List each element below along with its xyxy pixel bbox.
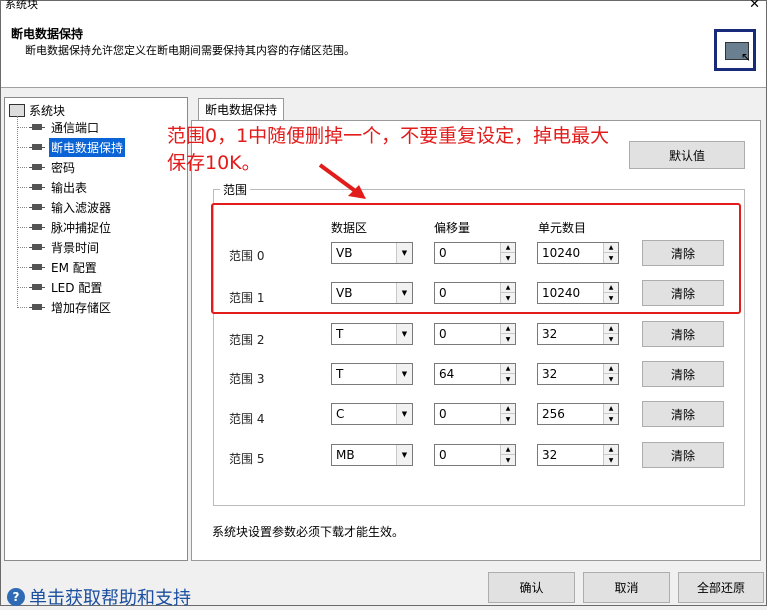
tree-item-output-table[interactable]: 输出表 <box>17 178 89 196</box>
help-icon: ? <box>7 588 25 606</box>
spin-up-icon[interactable]: ▲ <box>604 364 618 374</box>
range-4-clear-button[interactable]: 清除 <box>642 401 724 427</box>
range-5-count-spinner[interactable]: 32 ▲ ▼ <box>537 444 619 466</box>
tree-item-input-filter[interactable]: 输入滤波器 <box>17 198 113 216</box>
annotation-arrow-icon <box>318 163 366 199</box>
chevron-down-icon[interactable]: ▼ <box>396 364 412 384</box>
range-group-label: 范围 <box>220 181 251 198</box>
range-2-clear-button[interactable]: 清除 <box>642 321 724 347</box>
module-icon <box>29 143 45 152</box>
spin-down-icon[interactable]: ▼ <box>501 414 515 424</box>
range-5-clear-button[interactable]: 清除 <box>642 442 724 468</box>
spin-up-icon[interactable]: ▲ <box>604 324 618 334</box>
range-2-label: 范围 2 <box>229 333 265 347</box>
help-link[interactable]: ? 单击获取帮助和支持 <box>7 584 191 610</box>
range-5-offset-spinner[interactable]: 0 ▲ ▼ <box>434 444 516 466</box>
annotation-text: 范围0，1中随便删掉一个，不要重复设定，掉电最大 保存10K。 <box>167 123 667 177</box>
system-block-icon: ↖ <box>714 29 756 71</box>
spin-down-icon[interactable]: ▼ <box>604 374 618 384</box>
spin-down-icon[interactable]: ▼ <box>604 455 618 465</box>
tree-item-background-time[interactable]: 背景时间 <box>17 238 101 256</box>
title-bar: 系统块 ✕ <box>1 0 766 12</box>
range-3-count-spinner[interactable]: 32 ▲ ▼ <box>537 363 619 385</box>
range-4-offset-spinner[interactable]: 0 ▲ ▼ <box>434 403 516 425</box>
spin-down-icon[interactable]: ▼ <box>501 334 515 344</box>
range-4-label: 范围 4 <box>229 412 265 426</box>
ok-button[interactable]: 确认 <box>488 572 575 603</box>
module-icon <box>29 303 45 312</box>
tree-item-add-memory[interactable]: 增加存储区 <box>17 298 113 316</box>
tree-item-em-config[interactable]: EM 配置 <box>17 258 99 276</box>
header-description: 断电数据保持允许您定义在断电期间需要保持其内容的存储区范围。 <box>25 44 355 57</box>
tree-item-comm-port[interactable]: 通信端口 <box>17 118 101 136</box>
tab-retentive[interactable]: 断电数据保持 <box>198 98 284 120</box>
module-icon <box>29 223 45 232</box>
module-icon <box>29 123 45 132</box>
chevron-down-icon[interactable]: ▼ <box>396 445 412 465</box>
spin-down-icon[interactable]: ▼ <box>501 374 515 384</box>
module-icon <box>29 163 45 172</box>
range-5-area-select[interactable]: MB ▼ <box>331 444 413 466</box>
range-2-count-spinner[interactable]: 32 ▲ ▼ <box>537 323 619 345</box>
download-note: 系统块设置参数必须下载才能生效。 <box>212 525 405 539</box>
chevron-down-icon[interactable]: ▼ <box>396 404 412 424</box>
range-3-clear-button[interactable]: 清除 <box>642 361 724 387</box>
range-4-count-spinner[interactable]: 256 ▲ ▼ <box>537 403 619 425</box>
annotation-highlight-box <box>211 203 741 314</box>
module-icon <box>29 183 45 192</box>
range-3-offset-spinner[interactable]: 64 ▲ ▼ <box>434 363 516 385</box>
spin-down-icon[interactable]: ▼ <box>604 334 618 344</box>
range-2-offset-spinner[interactable]: 0 ▲ ▼ <box>434 323 516 345</box>
tree-root-label: 系统块 <box>29 104 66 118</box>
spin-up-icon[interactable]: ▲ <box>604 445 618 455</box>
cancel-button[interactable]: 取消 <box>583 572 670 603</box>
range-4-area-select[interactable]: C ▼ <box>331 403 413 425</box>
chevron-down-icon[interactable]: ▼ <box>396 324 412 344</box>
dialog-header: 断电数据保持 断电数据保持允许您定义在断电期间需要保持其内容的存储区范围。 ↖ <box>1 11 766 88</box>
range-3-label: 范围 3 <box>229 372 265 386</box>
module-icon <box>29 283 45 292</box>
module-icon <box>29 203 45 212</box>
tree-item-password[interactable]: 密码 <box>17 158 77 176</box>
spin-up-icon[interactable]: ▲ <box>501 324 515 334</box>
spin-up-icon[interactable]: ▲ <box>501 404 515 414</box>
reset-all-button[interactable]: 全部还原 <box>678 572 764 603</box>
module-icon <box>29 243 45 252</box>
tree-item-pulse-catch[interactable]: 脉冲捕捉位 <box>17 218 113 236</box>
spin-up-icon[interactable]: ▲ <box>501 364 515 374</box>
spin-down-icon[interactable]: ▼ <box>604 414 618 424</box>
help-text: 单击获取帮助和支持 <box>29 588 191 609</box>
module-icon <box>29 263 45 272</box>
range-5-label: 范围 5 <box>229 452 265 466</box>
spin-up-icon[interactable]: ▲ <box>501 445 515 455</box>
tree-item-led-config[interactable]: LED 配置 <box>17 278 104 296</box>
tree-item-retentive[interactable]: 断电数据保持 <box>17 137 126 157</box>
header-title: 断电数据保持 <box>11 27 84 41</box>
range-2-area-select[interactable]: T ▼ <box>331 323 413 345</box>
spin-up-icon[interactable]: ▲ <box>604 404 618 414</box>
navigation-tree: 系统块 通信端口 断电数据保持 密码 输出表 输入滤波器 脉冲捕捉位 背景时间 … <box>4 97 188 561</box>
system-block-dialog: 系统块 ✕ 断电数据保持 断电数据保持允许您定义在断电期间需要保持其内容的存储区… <box>0 0 767 609</box>
annotation-line-1: 范围0，1中随便删掉一个，不要重复设定，掉电最大 <box>167 125 610 147</box>
spin-down-icon[interactable]: ▼ <box>501 455 515 465</box>
annotation-line-2: 保存10K。 <box>167 152 261 174</box>
range-3-area-select[interactable]: T ▼ <box>331 363 413 385</box>
